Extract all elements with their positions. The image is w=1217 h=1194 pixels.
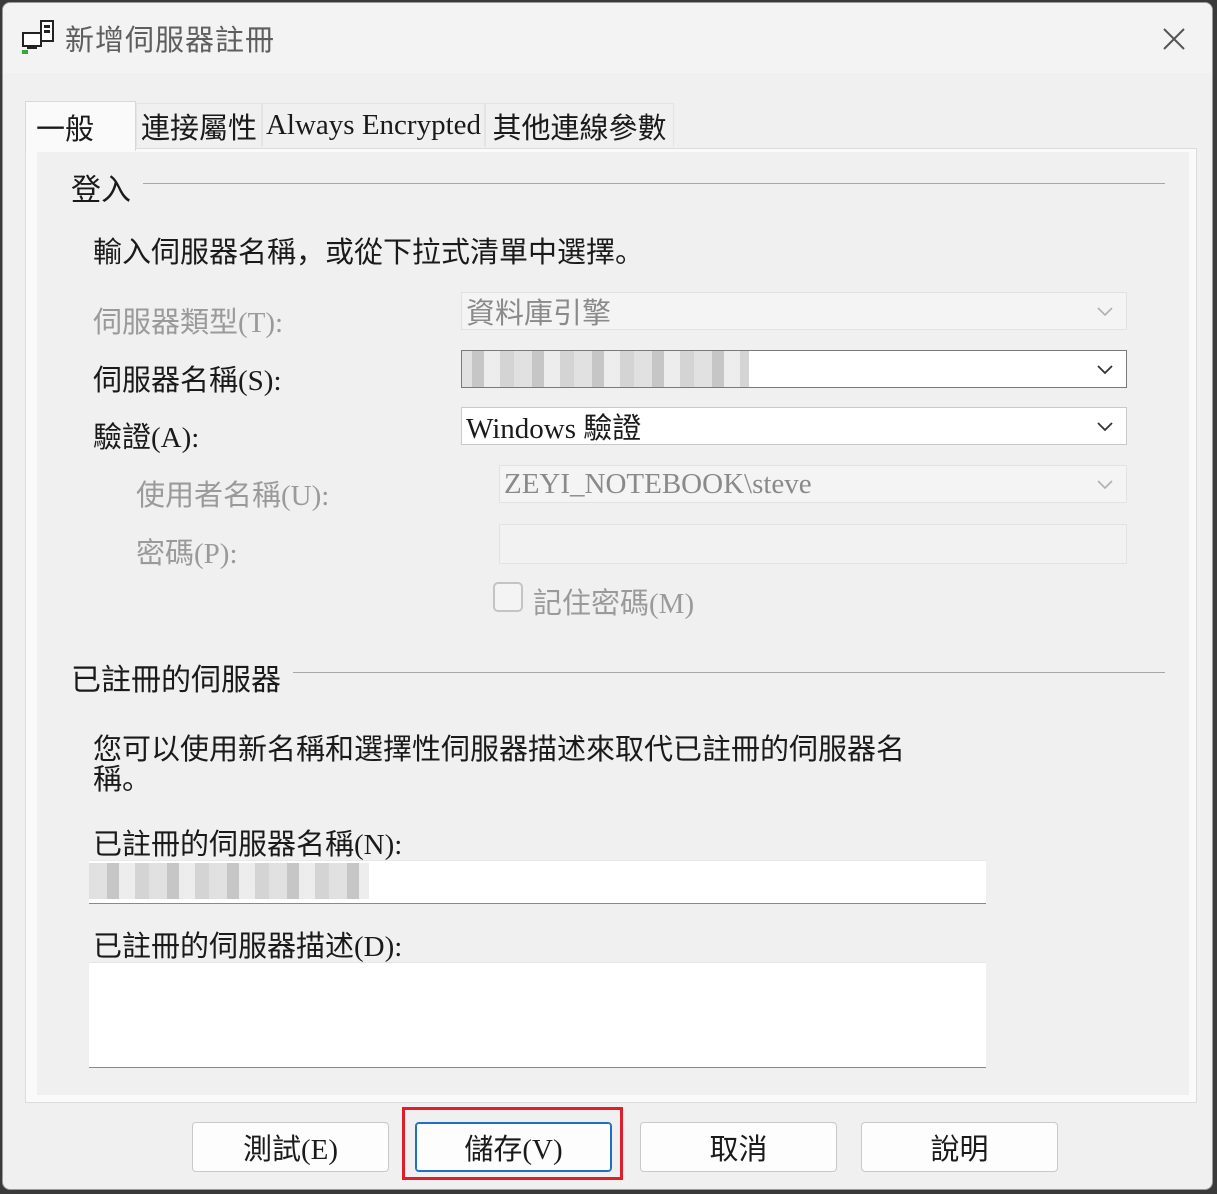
login-group-title: 登入 bbox=[71, 165, 141, 209]
server-register-icon bbox=[22, 20, 54, 54]
title-bar: 新增伺服器註冊 bbox=[3, 3, 1212, 73]
close-button[interactable] bbox=[1152, 17, 1196, 61]
chevron-down-icon bbox=[1097, 480, 1113, 490]
help-button-label: 說明 bbox=[930, 1134, 989, 1166]
tab-general-label: 一般 bbox=[36, 113, 95, 146]
redacted-registered-name bbox=[89, 863, 369, 899]
cancel-button[interactable]: 取消 bbox=[640, 1122, 837, 1172]
help-button[interactable]: 說明 bbox=[861, 1122, 1058, 1172]
registered-desc-textarea[interactable] bbox=[89, 962, 986, 1068]
server-name-combobox[interactable] bbox=[461, 350, 1127, 388]
tab-always-encrypted[interactable]: Always Encrypted bbox=[262, 103, 485, 147]
registered-group-title: 已註冊的伺服器 bbox=[71, 655, 291, 699]
test-button[interactable]: 測試(E) bbox=[192, 1122, 389, 1172]
tab-general[interactable]: 一般 bbox=[25, 101, 136, 151]
chevron-down-icon bbox=[1097, 307, 1113, 317]
close-icon bbox=[1163, 28, 1185, 50]
registered-description-line2: 稱。 bbox=[93, 764, 152, 796]
login-group-line bbox=[143, 183, 1165, 184]
remember-password-label: 記住密碼(M) bbox=[533, 588, 695, 620]
password-label: 密碼(P): bbox=[136, 538, 238, 570]
test-button-label: 測試(E) bbox=[242, 1134, 339, 1166]
cancel-button-label: 取消 bbox=[709, 1134, 768, 1166]
registered-desc-label: 已註冊的伺服器描述(D): bbox=[93, 931, 403, 963]
authentication-value: Windows 驗證 bbox=[466, 413, 642, 445]
authentication-select[interactable]: Windows 驗證 bbox=[461, 407, 1127, 445]
window-title: 新增伺服器註冊 bbox=[65, 23, 276, 57]
new-server-registration-dialog: 新增伺服器註冊 一般 連接屬性 Always Encrypted 其他連線參數 … bbox=[2, 2, 1213, 1190]
tab-additional-connection-parameters[interactable]: 其他連線參數 bbox=[485, 103, 674, 147]
chevron-down-icon bbox=[1097, 422, 1113, 432]
tab-additional-connection-parameters-label: 其他連線參數 bbox=[492, 112, 667, 145]
authentication-label: 驗證(A): bbox=[93, 422, 200, 454]
server-type-value: 資料庫引擎 bbox=[466, 298, 612, 330]
registered-description-line1: 您可以使用新名稱和選擇性伺服器描述來取代已註冊的伺服器名 bbox=[93, 734, 906, 766]
remember-password-checkbox[interactable] bbox=[493, 582, 523, 612]
username-combobox[interactable]: ZEYI_NOTEBOOK\steve bbox=[499, 465, 1127, 503]
registered-group-line bbox=[293, 672, 1165, 673]
tab-always-encrypted-label: Always Encrypted bbox=[265, 109, 482, 141]
tab-connection-properties-label: 連接屬性 bbox=[140, 112, 257, 145]
server-type-select[interactable]: 資料庫引擎 bbox=[461, 292, 1127, 330]
username-label: 使用者名稱(U): bbox=[136, 480, 330, 512]
password-input[interactable] bbox=[499, 524, 1127, 564]
registered-name-label: 已註冊的伺服器名稱(N): bbox=[93, 829, 403, 861]
save-button[interactable]: 儲存(V) bbox=[415, 1122, 612, 1172]
tab-connection-properties[interactable]: 連接屬性 bbox=[136, 103, 262, 147]
registered-name-input[interactable] bbox=[89, 860, 986, 904]
server-name-label: 伺服器名稱(S): bbox=[93, 365, 282, 397]
login-instruction: 輸入伺服器名稱，或從下拉式清單中選擇。 bbox=[93, 237, 645, 269]
username-value: ZEYI_NOTEBOOK\steve bbox=[504, 467, 812, 500]
redacted-server-name bbox=[462, 351, 749, 387]
save-button-label: 儲存(V) bbox=[464, 1134, 563, 1166]
chevron-down-icon bbox=[1097, 365, 1113, 375]
server-type-label: 伺服器類型(T): bbox=[93, 307, 284, 339]
